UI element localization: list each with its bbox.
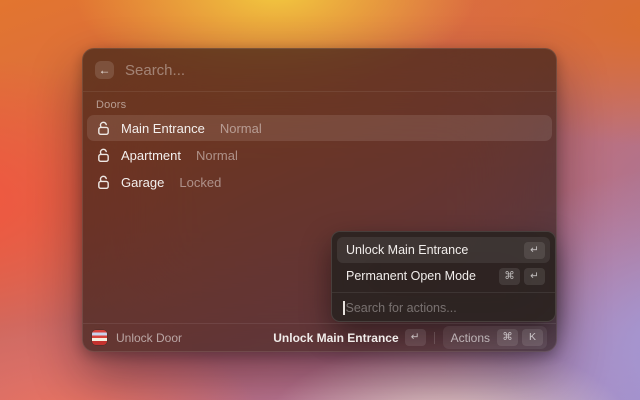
text-caret bbox=[343, 301, 345, 315]
header-divider bbox=[83, 91, 556, 92]
primary-action-label: Unlock Main Entrance bbox=[273, 331, 398, 345]
door-title: Main Entrance bbox=[121, 121, 205, 136]
footer-divider bbox=[434, 332, 435, 344]
command-palette-window: ← Doors Main Entrance Normal Apa bbox=[82, 48, 557, 352]
lock-icon bbox=[96, 175, 111, 190]
section-label-doors: Doors bbox=[96, 99, 543, 111]
footer-command-label: Unlock Door bbox=[116, 331, 182, 345]
search-header: ← bbox=[83, 49, 556, 91]
actions-popup: Unlock Main Entrance ↵ Permanent Open Mo… bbox=[331, 231, 556, 322]
return-key-badge: ↵ bbox=[524, 242, 545, 259]
unlock-icon bbox=[96, 148, 111, 163]
k-key-badge: K bbox=[522, 329, 543, 346]
door-title: Garage bbox=[121, 175, 164, 190]
action-label: Unlock Main Entrance bbox=[346, 243, 520, 257]
door-status: Normal bbox=[196, 148, 238, 163]
doors-list: Main Entrance Normal Apartment Normal Ga… bbox=[83, 115, 556, 195]
list-item-main-entrance[interactable]: Main Entrance Normal bbox=[87, 115, 552, 141]
list-item-apartment[interactable]: Apartment Normal bbox=[87, 142, 552, 168]
footer-right: Unlock Main Entrance ↵ Actions ⌘ K bbox=[273, 326, 547, 349]
return-key-badge: ↵ bbox=[524, 268, 545, 285]
door-status: Locked bbox=[179, 175, 221, 190]
action-item-permanent-open-mode[interactable]: Permanent Open Mode ⌘ ↵ bbox=[337, 263, 550, 289]
action-item-unlock-main-entrance[interactable]: Unlock Main Entrance ↵ bbox=[337, 237, 550, 263]
door-title: Apartment bbox=[121, 148, 181, 163]
door-app-icon bbox=[92, 330, 107, 345]
back-arrow-icon: ← bbox=[99, 64, 111, 76]
actions-search-row bbox=[337, 293, 550, 323]
footer-left: Unlock Door bbox=[92, 330, 273, 345]
command-key-badge: ⌘ bbox=[497, 329, 518, 346]
actions-search-input[interactable] bbox=[346, 301, 545, 315]
actions-button-label: Actions bbox=[451, 331, 490, 345]
search-input[interactable] bbox=[125, 62, 544, 79]
primary-action-button[interactable]: Unlock Main Entrance ↵ bbox=[273, 329, 425, 346]
command-key-badge: ⌘ bbox=[499, 268, 520, 285]
footer-bar: Unlock Door Unlock Main Entrance ↵ Actio… bbox=[83, 323, 556, 351]
action-label: Permanent Open Mode bbox=[346, 269, 495, 283]
unlock-icon bbox=[96, 121, 111, 136]
return-key-badge: ↵ bbox=[405, 329, 426, 346]
list-item-garage[interactable]: Garage Locked bbox=[87, 169, 552, 195]
actions-button[interactable]: Actions ⌘ K bbox=[443, 326, 547, 349]
back-button[interactable]: ← bbox=[95, 61, 114, 79]
door-status: Normal bbox=[220, 121, 262, 136]
